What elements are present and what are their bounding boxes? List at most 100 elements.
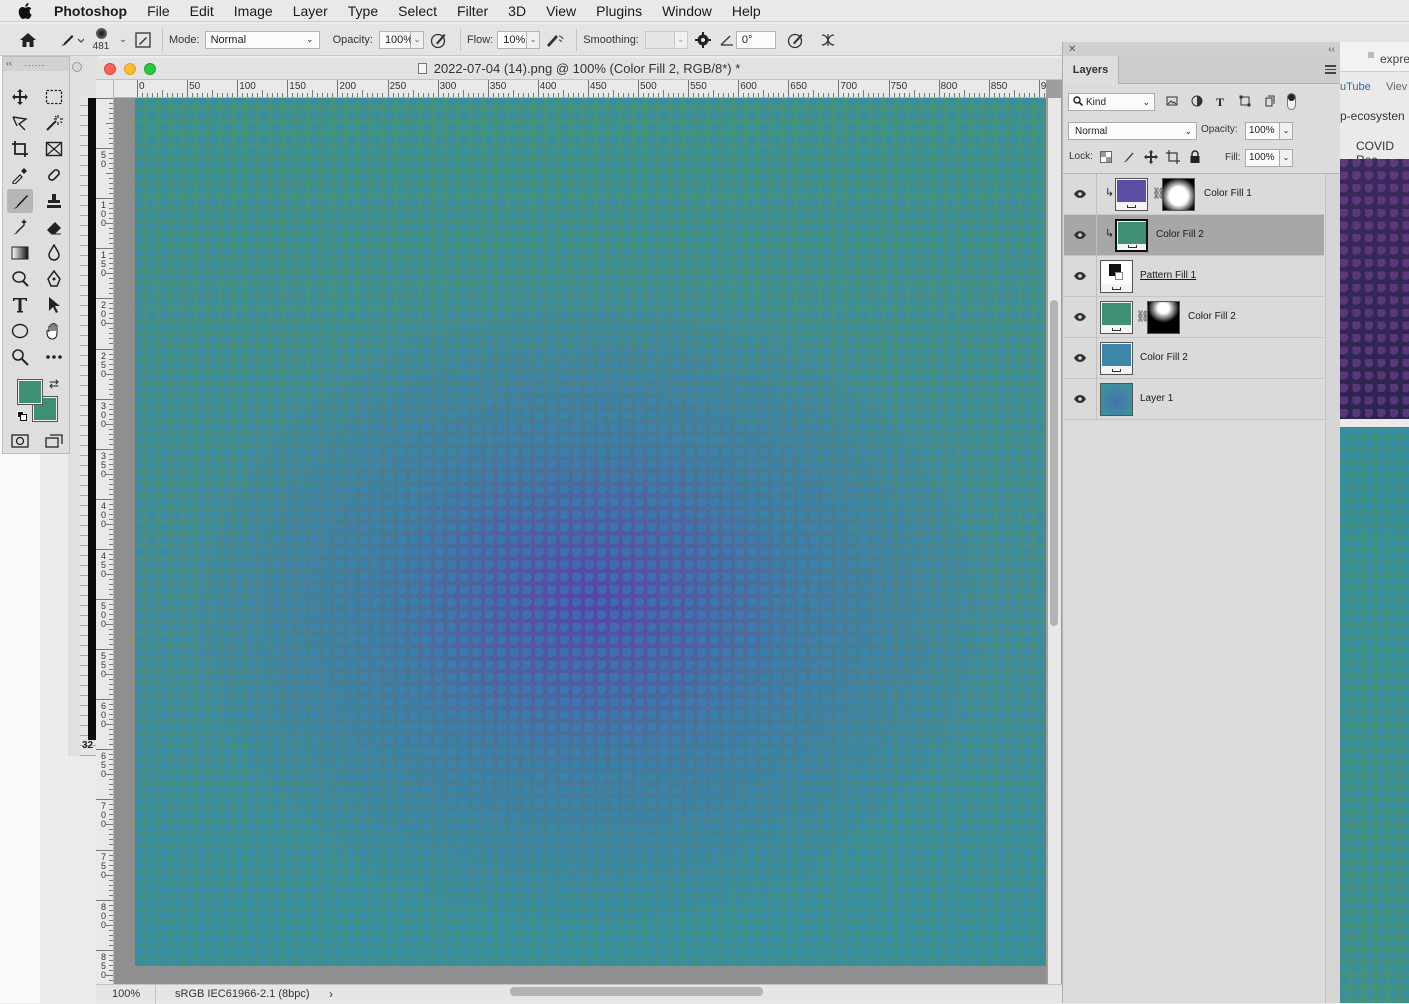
flow-dropdown-icon[interactable]: ⌄ <box>527 30 541 49</box>
visibility-eye-icon[interactable] <box>1073 187 1087 201</box>
lock-artboard-icon[interactable] <box>1166 150 1180 167</box>
layer-name[interactable]: Layer 1 <box>1140 393 1173 404</box>
menu-type[interactable]: Type <box>348 3 378 19</box>
brush-size-dropdown-icon[interactable]: ⌄ <box>116 34 130 45</box>
app-name-menu[interactable]: Photoshop <box>54 3 127 19</box>
more-tools-icon[interactable] <box>41 345 67 369</box>
lock-all-icon[interactable] <box>1189 150 1201 167</box>
layer-name[interactable]: Color Fill 2 <box>1140 352 1188 363</box>
menu-window[interactable]: Window <box>662 3 712 19</box>
pressure-opacity-icon[interactable] <box>424 31 454 49</box>
foreground-color-swatch[interactable] <box>17 379 43 405</box>
gear-icon[interactable] <box>688 31 718 48</box>
bookmark-snippet[interactable]: uTube <box>1340 81 1371 93</box>
layer-thumbnail[interactable] <box>1115 219 1148 252</box>
smoothing-dropdown-icon[interactable]: ⌄ <box>674 30 688 49</box>
pressure-size-icon[interactable] <box>776 31 816 49</box>
fill-input[interactable]: 100% <box>1245 149 1280 167</box>
layer-row[interactable]: Color Fill 2 <box>1064 338 1324 379</box>
flow-input[interactable]: 10% <box>497 30 528 49</box>
brush-preset-icon[interactable] <box>56 32 86 48</box>
layer-row[interactable]: ↳ ⛓ Color Fill 1 <box>1064 174 1324 215</box>
angle-input[interactable]: 0° <box>735 30 776 49</box>
layer-thumbnail[interactable] <box>1100 260 1133 293</box>
filter-type-icon[interactable]: T <box>1216 95 1224 110</box>
history-brush-icon[interactable] <box>7 215 33 239</box>
image-canvas[interactable] <box>135 98 1046 966</box>
vertical-scrollbar-thumb[interactable] <box>1050 300 1058 626</box>
pen-tool-icon[interactable] <box>41 267 67 291</box>
menu-filter[interactable]: Filter <box>457 3 488 19</box>
mode-select[interactable]: Normal ⌄ <box>204 30 320 49</box>
collapse-panel-icon[interactable]: ‹‹ <box>1328 44 1335 55</box>
menu-edit[interactable]: Edit <box>190 3 214 19</box>
layer-mask-thumbnail[interactable] <box>1147 301 1180 334</box>
swap-colors-icon[interactable]: ⇄ <box>49 377 59 391</box>
dodge-tool-icon[interactable] <box>7 267 33 291</box>
zoom-tool-icon[interactable] <box>7 345 33 369</box>
smoothing-input[interactable] <box>644 30 675 49</box>
layer-mask-thumbnail[interactable] <box>1162 178 1195 211</box>
lock-pixels-brush-icon[interactable] <box>1122 151 1134 166</box>
default-colors-icon[interactable] <box>17 411 27 421</box>
minimize-window-button[interactable] <box>124 63 136 75</box>
zoom-window-button[interactable] <box>144 63 156 75</box>
layer-thumbnail[interactable] <box>1100 342 1133 375</box>
eraser-tool-icon[interactable] <box>41 215 67 239</box>
document-title-bar[interactable]: 2022-07-04 (14).png @ 100% (Color Fill 2… <box>96 58 1062 80</box>
opacity-dropdown-icon[interactable]: ⌄ <box>410 30 424 49</box>
vertical-ruler[interactable]: 5 0 1 0 0 1 5 0 2 0 0 2 5 0 3 0 0 3 5 0 4 0 0 4 … <box>96 80 114 984</box>
blur-tool-icon[interactable] <box>41 241 67 265</box>
crop-tool-icon[interactable] <box>7 137 33 161</box>
lock-position-icon[interactable] <box>1144 150 1158 167</box>
visibility-eye-icon[interactable] <box>1073 269 1087 283</box>
layer-thumbnail[interactable] <box>1115 178 1148 211</box>
menu-view[interactable]: View <box>546 3 576 19</box>
visibility-eye-icon[interactable] <box>1073 351 1087 365</box>
layer-row-selected[interactable]: ↳ Color Fill 2 <box>1064 215 1324 256</box>
path-selection-icon[interactable] <box>41 293 67 317</box>
layer-name[interactable]: Color Fill 1 <box>1204 188 1252 199</box>
chevron-right-icon[interactable]: › <box>329 987 333 1001</box>
tools-panel-header[interactable]: ‹‹ ...... <box>3 57 69 71</box>
symmetry-butterfly-icon[interactable] <box>816 31 840 49</box>
visibility-eye-icon[interactable] <box>1073 310 1087 324</box>
filter-pixel-icon[interactable] <box>1166 95 1178 110</box>
layer-name[interactable]: Pattern Fill 1 <box>1140 270 1196 281</box>
panel-menu-icon[interactable] <box>1325 65 1336 74</box>
close-window-button[interactable] <box>104 63 116 75</box>
menu-layer[interactable]: Layer <box>293 3 328 19</box>
menu-help[interactable]: Help <box>732 3 761 19</box>
ellipse-tool-icon[interactable] <box>7 319 33 343</box>
filter-toggle-switch[interactable] <box>1287 93 1296 110</box>
filter-adjustment-icon[interactable] <box>1191 95 1203 110</box>
marquee-tool-icon[interactable] <box>41 85 67 109</box>
layer-row[interactable]: Pattern Fill 1 <box>1064 256 1324 297</box>
close-panel-icon[interactable]: ✕ <box>1068 44 1076 55</box>
menu-3d[interactable]: 3D <box>508 3 526 19</box>
frame-tool-icon[interactable] <box>41 137 67 161</box>
brush-tool-icon[interactable] <box>7 189 33 213</box>
layer-name[interactable]: Color Fill 2 <box>1188 311 1236 322</box>
filter-shape-icon[interactable] <box>1239 95 1251 110</box>
apple-icon[interactable] <box>18 2 38 19</box>
visibility-eye-icon[interactable] <box>1073 228 1087 242</box>
menu-image[interactable]: Image <box>234 3 273 19</box>
menu-file[interactable]: File <box>147 3 170 19</box>
menu-plugins[interactable]: Plugins <box>596 3 642 19</box>
brush-size-picker[interactable]: 481 <box>86 25 116 55</box>
visibility-eye-icon[interactable] <box>1073 392 1087 406</box>
home-icon[interactable] <box>0 32 56 48</box>
horizontal-ruler[interactable]: 0 50 100 150 200 250 300 350 400 450 500 550 600 650 7… <box>114 80 1046 98</box>
airbrush-icon[interactable] <box>540 32 570 48</box>
screen-mode-icon[interactable] <box>41 429 67 453</box>
layer-row[interactable]: ⛓ Color Fill 2 <box>1064 297 1324 338</box>
move-tool-icon[interactable] <box>7 85 33 109</box>
quick-mask-icon[interactable] <box>7 429 33 453</box>
lock-transparent-icon[interactable] <box>1100 151 1112 166</box>
type-tool-icon[interactable] <box>7 293 33 317</box>
brush-settings-panel-icon[interactable] <box>130 31 156 48</box>
gradient-tool-icon[interactable] <box>7 241 33 265</box>
blend-mode-select[interactable]: Normal ⌄ <box>1068 122 1197 140</box>
layer-filter-select[interactable]: Kind ⌄ <box>1068 93 1155 111</box>
